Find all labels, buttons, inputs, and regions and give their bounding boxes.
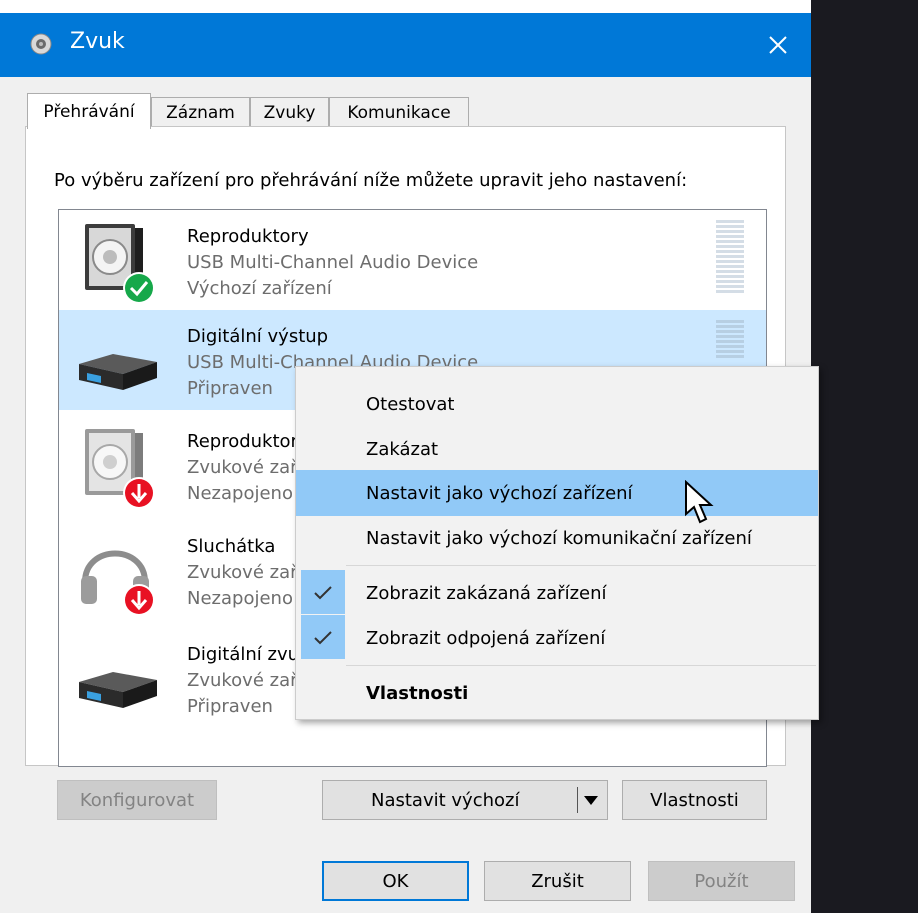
speaker-unplugged-icon [85,429,155,509]
window-title: Zvuk [70,29,125,54]
ok-button[interactable]: OK [322,861,469,901]
speaker-default-icon [85,224,155,304]
check-icon [314,586,332,600]
menu-item-test[interactable]: Otestovat [296,381,818,427]
cancel-button[interactable]: Zrušit [484,861,631,901]
menu-item-show-disabled[interactable]: Zobrazit zakázaná zařízení [296,570,818,616]
device-name: Reproduktory [187,226,309,247]
digital-output-icon [79,672,157,708]
device-name: Digitální výstup [187,326,329,347]
menu-item-set-default[interactable]: Nastavit jako výchozí zařízení [296,470,818,516]
context-menu: Otestovat Zakázat Nastavit jako výchozí … [295,366,819,720]
dropdown-arrow-icon[interactable] [583,794,599,806]
apply-button[interactable]: Použít [648,861,795,901]
top-caption-strip [0,0,811,13]
mouse-pointer-icon [685,480,714,524]
list-item-device[interactable]: Reproduktory USB Multi-Channel Audio Dev… [59,210,766,310]
digital-output-icon [79,354,157,390]
check-icon [314,631,332,645]
close-icon [769,36,787,54]
speaker-app-icon [30,33,52,55]
set-default-label: Nastavit výchozí [371,789,520,811]
tab-recording[interactable]: Záznam [151,97,250,127]
split-divider [577,787,578,813]
properties-button[interactable]: Vlastnosti [622,780,767,820]
tab-communications[interactable]: Komunikace [329,97,469,127]
menu-separator [346,565,816,566]
level-meter [716,220,744,293]
device-driver: USB Multi-Channel Audio Device [187,252,479,273]
menu-separator [346,665,816,666]
menu-item-properties[interactable]: Vlastnosti [296,670,818,716]
tab-sounds[interactable]: Zvuky [250,97,329,127]
title-bar: Zvuk [0,13,811,77]
tab-playback[interactable]: Přehrávání [27,93,151,129]
background-desktop [811,0,918,913]
device-status: Výchozí zařízení [187,278,332,299]
instruction-text: Po výběru zařízení pro přehrávání níže m… [54,170,688,191]
set-default-split-button[interactable]: Nastavit výchozí [322,780,608,820]
configure-button[interactable]: Konfigurovat [57,780,217,820]
menu-item-disable[interactable]: Zakázat [296,426,818,472]
menu-item-show-disconnected[interactable]: Zobrazit odpojená zařízení [296,615,818,661]
menu-item-set-default-communication[interactable]: Nastavit jako výchozí komunikační zaříze… [296,515,818,561]
close-button[interactable] [745,13,811,77]
headphones-unplugged-icon [81,550,155,616]
